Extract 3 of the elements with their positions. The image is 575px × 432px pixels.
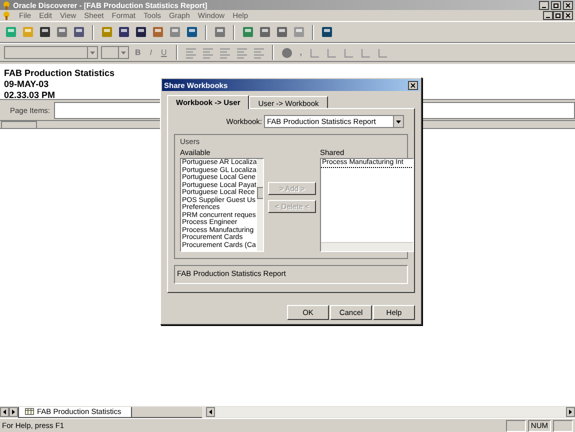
report-time: 02.33.03 PM [4,90,56,101]
report-title: FAB Production Statistics [4,68,115,79]
report-date: 09-MAY-03 [4,79,49,90]
